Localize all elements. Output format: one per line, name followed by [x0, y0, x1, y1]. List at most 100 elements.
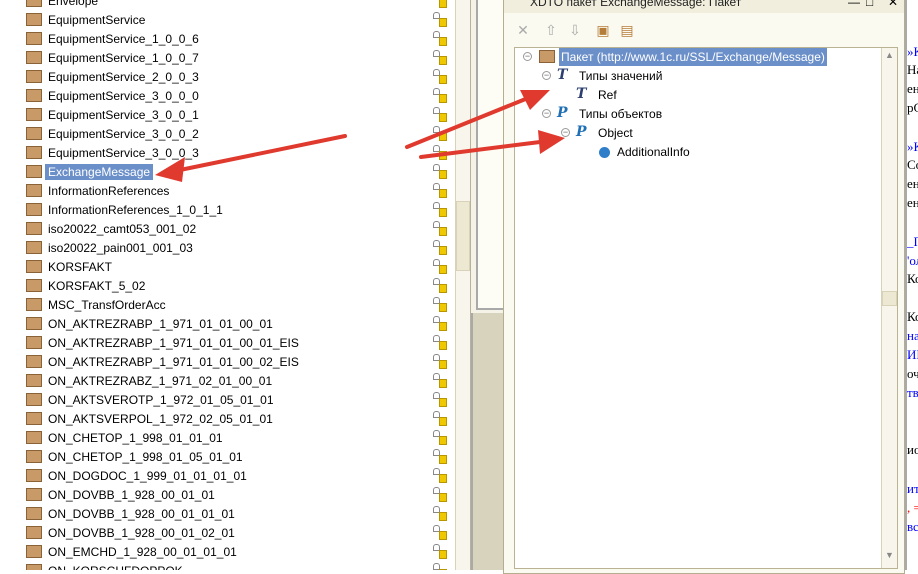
- package-list-item[interactable]: EquipmentService_3_0_0_2: [0, 124, 455, 143]
- scroll-up-icon[interactable]: ▲: [885, 50, 894, 60]
- lock-icon: [432, 392, 448, 408]
- package-list-item[interactable]: EquipmentService_3_0_0_0: [0, 86, 455, 105]
- package-list: Envelope EquipmentService EquipmentService…: [0, 0, 455, 570]
- package-name: EquipmentService_3_0_0_3: [48, 146, 199, 160]
- package-name: InformationReferences: [48, 184, 170, 198]
- move-down-button[interactable]: ⇩: [566, 21, 584, 39]
- code-line: _Пр: [907, 234, 918, 249]
- scrollbar-thumb[interactable]: [882, 291, 897, 306]
- package-list-item[interactable]: ON_DOVBB_1_928_00_01_01_01: [0, 504, 455, 523]
- package-icon: [26, 260, 42, 273]
- collapse-icon[interactable]: −: [542, 71, 551, 80]
- delete-button[interactable]: ✕: [514, 21, 532, 39]
- package-list-item[interactable]: EquipmentService_1_0_0_6: [0, 29, 455, 48]
- package-icon: [26, 89, 42, 102]
- package-list-item[interactable]: KORSFAKT_5_02: [0, 276, 455, 295]
- tree-value-types[interactable]: Типы значений: [579, 67, 662, 85]
- lock-icon: [432, 354, 448, 370]
- package-list-item[interactable]: ON_DOVBB_1_928_00_01_02_01: [0, 523, 455, 542]
- lock-icon: [432, 278, 448, 294]
- code-line: ИБ: [907, 347, 918, 362]
- code-line: ен: [907, 195, 918, 210]
- code-line: ен: [907, 176, 918, 191]
- tree-object-types[interactable]: Типы объектов: [579, 105, 662, 123]
- collapse-icon[interactable]: −: [523, 52, 532, 61]
- package-list-item[interactable]: ON_DOGDOC_1_999_01_01_01_01: [0, 466, 455, 485]
- package-name: KORSFAKT: [48, 260, 113, 274]
- lock-icon: [432, 449, 448, 465]
- code-line: Ко: [907, 309, 918, 324]
- tree-additional-info[interactable]: AdditionalInfo: [617, 143, 690, 161]
- package-list-item[interactable]: ON_AKTSVEROTP_1_972_01_05_01_01: [0, 390, 455, 409]
- lock-icon: [432, 373, 448, 389]
- package-icon: [26, 507, 42, 520]
- package-icon: [26, 165, 42, 178]
- tree-root[interactable]: Пакет (http://www.1c.ru/SSL/Exchange/Mes…: [559, 48, 827, 66]
- package-icon: [26, 336, 42, 349]
- package-list-item[interactable]: ON_AKTREZRABP_1_971_01_01_00_01_EIS: [0, 333, 455, 352]
- package-list-item[interactable]: ExchangeMessage: [0, 162, 455, 181]
- package-list-item[interactable]: ON_EMCHD_1_928_00_01_01_01: [0, 542, 455, 561]
- tree-ref[interactable]: Ref: [598, 86, 617, 104]
- code-editor[interactable]: »Ко Наи ен рС »Ко Сон ен ен _Пр 'ол Ко Ко нап ИБ оче тв…: [905, 0, 918, 570]
- xdto-package-dialog: XDTO пакет ExchangeMessage: Пакет — □ ✕ …: [503, 0, 905, 574]
- package-list-item[interactable]: ON_CHETOP_1_998_01_01_01: [0, 428, 455, 447]
- value-type-icon: T: [557, 67, 568, 83]
- package-name: ON_AKTSVEROTP_1_972_01_05_01_01: [48, 393, 274, 407]
- lock-icon: [432, 487, 448, 503]
- collapse-icon[interactable]: −: [542, 109, 551, 118]
- package-list-item[interactable]: iso20022_pain001_001_03: [0, 238, 455, 257]
- package-name: ON_AKTREZRABP_1_971_01_01_00_01_EIS: [48, 336, 299, 350]
- package-name: EquipmentService_2_0_0_3: [48, 70, 199, 84]
- package-icon: [26, 526, 42, 539]
- package-list-item[interactable]: MSC_TransfOrderAcc: [0, 295, 455, 314]
- package-list-item[interactable]: EquipmentService_1_0_0_7: [0, 48, 455, 67]
- close-icon[interactable]: ✕: [888, 0, 898, 9]
- package-list-item[interactable]: EquipmentService: [0, 10, 455, 29]
- tree-scrollbar[interactable]: ▲ ▼: [881, 48, 897, 568]
- package-name: ON_DOGDOC_1_999_01_01_01_01: [48, 469, 247, 483]
- package-list-item[interactable]: ON_KORSCHFDOPPOK: [0, 561, 455, 570]
- dialog-title-bar[interactable]: XDTO пакет ExchangeMessage: Пакет — □ ✕: [504, 0, 904, 13]
- package-list-item[interactable]: Envelope: [0, 0, 455, 10]
- scroll-down-icon[interactable]: ▼: [885, 550, 894, 560]
- package-list-scrollbar[interactable]: [455, 0, 470, 570]
- package-icon: [26, 469, 42, 482]
- package-name: ON_CHETOP_1_998_01_05_01_01: [48, 450, 243, 464]
- scrollbar-thumb[interactable]: [456, 201, 470, 271]
- code-line: оче: [907, 366, 918, 381]
- package-list-item[interactable]: EquipmentService_2_0_0_3: [0, 67, 455, 86]
- code-line: »Ко: [907, 44, 918, 59]
- lock-icon: [432, 31, 448, 47]
- package-list-item[interactable]: ON_AKTREZRABP_1_971_01_01_00_02_EIS: [0, 352, 455, 371]
- package-icon: [26, 108, 42, 121]
- package-icon: [26, 127, 42, 140]
- package-list-item[interactable]: ON_AKTSVERPOL_1_972_02_05_01_01: [0, 409, 455, 428]
- maximize-icon[interactable]: □: [866, 0, 873, 9]
- package-name: ON_AKTSVERPOL_1_972_02_05_01_01: [48, 412, 273, 426]
- package-list-item[interactable]: iso20022_camt053_001_02: [0, 219, 455, 238]
- package-name: EquipmentService: [48, 13, 146, 27]
- package-icon: [26, 241, 42, 254]
- check-package-button[interactable]: ▣: [594, 21, 612, 39]
- package-list-item[interactable]: EquipmentService_3_0_0_1: [0, 105, 455, 124]
- package-list-item[interactable]: EquipmentService_3_0_0_3: [0, 143, 455, 162]
- package-list-item[interactable]: ON_AKTREZRABZ_1_971_02_01_00_01: [0, 371, 455, 390]
- package-list-item[interactable]: InformationReferences_1_0_1_1: [0, 200, 455, 219]
- package-icon: [26, 184, 42, 197]
- package-list-item[interactable]: InformationReferences: [0, 181, 455, 200]
- package-list-item[interactable]: ON_CHETOP_1_998_01_05_01_01: [0, 447, 455, 466]
- tree-object[interactable]: Object: [598, 124, 633, 142]
- move-up-button[interactable]: ⇧: [542, 21, 560, 39]
- package-list-item[interactable]: ON_DOVBB_1_928_00_01_01: [0, 485, 455, 504]
- import-schema-button[interactable]: ▤: [618, 21, 636, 39]
- panel-divider: [470, 0, 505, 570]
- object-type-icon: P: [557, 105, 568, 121]
- package-list-item[interactable]: KORSFAKT: [0, 257, 455, 276]
- collapse-icon[interactable]: −: [561, 128, 570, 137]
- lock-icon: [432, 12, 448, 28]
- package-list-item[interactable]: ON_AKTREZRABP_1_971_01_01_00_01: [0, 314, 455, 333]
- package-name: InformationReferences_1_0_1_1: [48, 203, 223, 217]
- package-name: EquipmentService_3_0_0_0: [48, 89, 199, 103]
- minimize-icon[interactable]: —: [848, 0, 860, 9]
